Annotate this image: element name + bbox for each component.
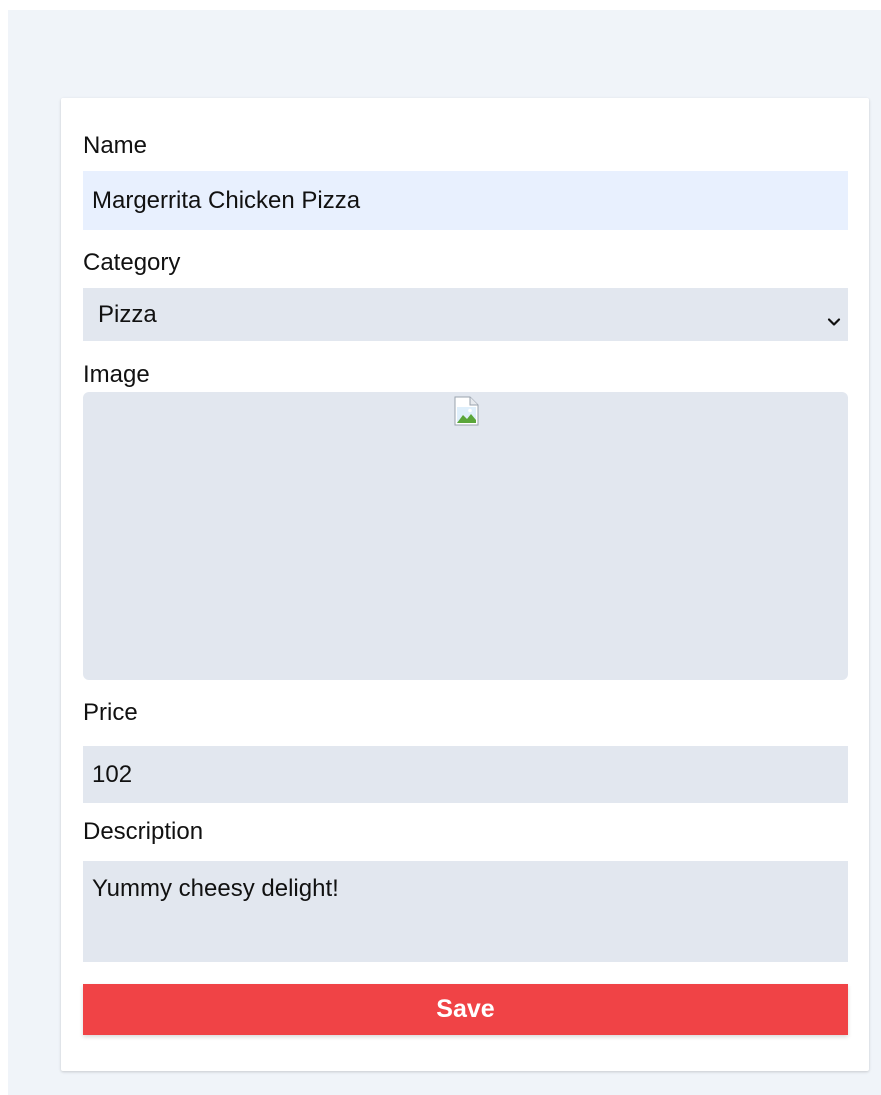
save-button[interactable]: Save <box>83 984 848 1035</box>
category-selected-value: Pizza <box>98 300 157 328</box>
image-upload-area[interactable] <box>83 392 848 680</box>
price-input[interactable] <box>83 746 848 803</box>
category-label: Category <box>83 249 181 276</box>
description-textarea[interactable]: Yummy cheesy delight! <box>83 861 848 962</box>
chevron-down-icon <box>827 308 841 326</box>
broken-image-icon <box>453 396 480 426</box>
description-label: Description <box>83 818 204 845</box>
image-label: Image <box>83 361 150 388</box>
name-input[interactable] <box>83 171 848 230</box>
price-label: Price <box>83 699 138 726</box>
name-label: Name <box>83 132 148 159</box>
edit-item-form: Name Category Pizza Image Price Descript… <box>61 98 869 1071</box>
category-select[interactable]: Pizza <box>83 288 848 341</box>
